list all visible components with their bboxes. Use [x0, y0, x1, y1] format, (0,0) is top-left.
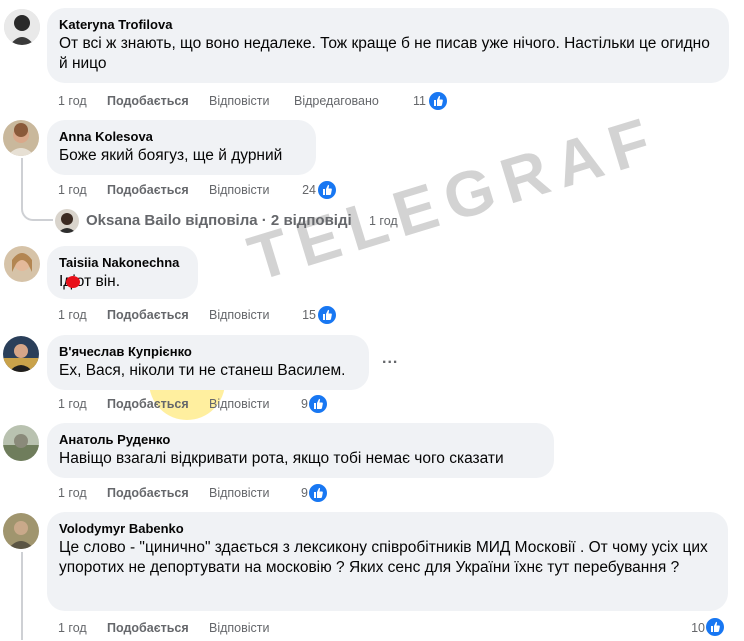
- avatar[interactable]: [3, 425, 39, 461]
- comment-time[interactable]: 1 год: [58, 307, 87, 323]
- like-button[interactable]: Подобається: [107, 485, 189, 501]
- like-reaction-icon[interactable]: [317, 180, 337, 200]
- like-reaction-icon[interactable]: [705, 617, 725, 637]
- reply-button[interactable]: Відповісти: [209, 620, 270, 636]
- comment-bubble: Taisiia Nakonechna Ідіот він.: [47, 246, 198, 299]
- like-button[interactable]: Подобається: [107, 307, 189, 323]
- avatar[interactable]: [3, 513, 39, 549]
- comment-time[interactable]: 1 год: [58, 93, 87, 109]
- like-reaction-icon[interactable]: [428, 91, 448, 111]
- like-button[interactable]: Подобається: [107, 620, 189, 636]
- comment-text: Навіщо взагалі відкривати рота, якщо тоб…: [59, 450, 504, 467]
- avatar[interactable]: [3, 336, 39, 372]
- comment-author[interactable]: Volodymyr Babenko: [59, 520, 716, 537]
- comment-time[interactable]: 1 год: [58, 485, 87, 501]
- comment-text: Це слово - "цинично" здається з лексикон…: [59, 539, 708, 576]
- replier-avatar[interactable]: [55, 209, 79, 233]
- comment-author[interactable]: В'ячеслав Купрієнко: [59, 343, 357, 360]
- comment-actions: 1 год Подобається Відповісти 10: [58, 620, 708, 638]
- comment-text: Ех, Вася, ніколи ти не станеш Василем.: [59, 362, 346, 379]
- reply-button[interactable]: Відповісти: [209, 485, 270, 501]
- like-button[interactable]: Подобається: [107, 93, 189, 109]
- comment-bubble: Kateryna Trofilova От всі ж знають, що в…: [47, 8, 729, 83]
- replies-time[interactable]: 1 год: [369, 214, 398, 228]
- reaction-count[interactable]: 10: [687, 620, 705, 636]
- reaction-count[interactable]: 9: [298, 485, 308, 501]
- comment-bubble: В'ячеслав Купрієнко Ех, Вася, ніколи ти …: [47, 335, 369, 390]
- like-button[interactable]: Подобається: [107, 182, 189, 198]
- comment-actions: 1 год Подобається Відповісти 24: [58, 182, 358, 200]
- thread-connector: [21, 205, 53, 221]
- like-reaction-icon[interactable]: [317, 305, 337, 325]
- avatar[interactable]: [4, 246, 40, 282]
- comment-time[interactable]: 1 год: [58, 396, 87, 412]
- comment-text: Боже який боягуз, ще й дурний: [59, 147, 283, 164]
- view-replies-link[interactable]: Oksana Bailo відповіла · 2 відповіді: [86, 212, 352, 229]
- comment-text: От всі ж знають, що воно недалеке. Тож к…: [59, 35, 710, 72]
- reaction-count[interactable]: 11: [410, 93, 426, 109]
- reply-button[interactable]: Відповісти: [209, 396, 270, 412]
- like-button[interactable]: Подобається: [107, 396, 189, 412]
- comment-bubble: Анатоль Руденко Навіщо взагалі відкриват…: [47, 423, 554, 478]
- reply-button[interactable]: Відповісти: [209, 307, 270, 323]
- comment-author[interactable]: Taisiia Nakonechna: [59, 254, 186, 271]
- reaction-count[interactable]: 24: [296, 182, 316, 198]
- comment-bubble: Anna Kolesova Боже який боягуз, ще й дур…: [47, 120, 316, 175]
- reply-button[interactable]: Відповісти: [209, 93, 270, 109]
- comment-author[interactable]: Kateryna Trofilova: [59, 16, 717, 33]
- thread-line: [21, 158, 23, 206]
- more-options-button[interactable]: ...: [382, 350, 398, 368]
- comment-actions: 1 год Подобається Відповісти Відредагова…: [58, 93, 458, 111]
- comment-bubble: Volodymyr Babenko Це слово - "цинично" з…: [47, 512, 728, 611]
- comment-time[interactable]: 1 год: [58, 182, 87, 198]
- comment-time[interactable]: 1 год: [58, 620, 87, 636]
- like-reaction-icon[interactable]: [308, 483, 328, 503]
- reaction-count[interactable]: 15: [300, 307, 316, 323]
- avatar[interactable]: [4, 9, 40, 45]
- avatar[interactable]: [3, 120, 39, 156]
- like-reaction-icon[interactable]: [308, 394, 328, 414]
- reaction-count[interactable]: 9: [298, 396, 308, 412]
- thread-line: [21, 552, 23, 640]
- reply-button[interactable]: Відповісти: [209, 182, 270, 198]
- comment-actions: 1 год Подобається Відповісти 15: [58, 307, 358, 325]
- comment-author[interactable]: Анатоль Руденко: [59, 431, 542, 448]
- censor-mark: [66, 276, 80, 288]
- comment-author[interactable]: Anna Kolesova: [59, 128, 304, 145]
- edited-label[interactable]: Відредаговано: [294, 93, 379, 109]
